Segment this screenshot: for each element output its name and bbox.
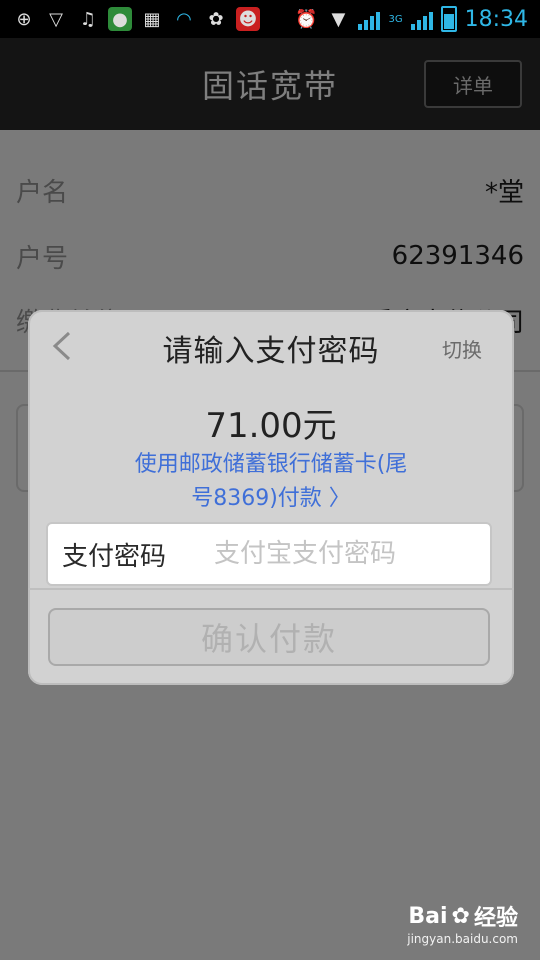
- confirm-payment-button[interactable]: 确认付款: [48, 608, 490, 666]
- chat-icon: ◠: [176, 8, 192, 30]
- password-field[interactable]: 支付密码: [46, 522, 492, 586]
- plus-icon: ⊕: [16, 8, 32, 30]
- page-title: 固话宽带: [201, 67, 338, 105]
- status-bar: ⊕ ▽ ♫ ● ▦ ◠ ✿ ☻ ⏰ ▼ 3G 18:34: [0, 0, 540, 38]
- info-row-name: 户名 *堂: [16, 170, 524, 210]
- row-label: 户名: [16, 177, 69, 208]
- paw-icon: ✿: [451, 903, 470, 929]
- shield-icon: ▽: [49, 8, 63, 30]
- image-icon: ▦: [143, 8, 161, 30]
- payment-password-dialog: 请输入支付密码 切换 71.00元 使用邮政储蓄银行储蓄卡(尾 号8369)付款…: [28, 310, 514, 685]
- password-label: 支付密码: [62, 541, 167, 572]
- row-value: *堂: [484, 177, 524, 208]
- payment-method-line2: 号8369)付款 〉: [191, 486, 351, 511]
- watermark-brand-text: Bai: [408, 903, 448, 929]
- app-icon: ●: [108, 7, 132, 31]
- system-icons: ⏰ ▼ 3G 18:34: [294, 6, 540, 32]
- baidu-watermark: Bai ✿ 经验 jingyan.baidu.com: [398, 900, 518, 950]
- payment-method-line1: 使用邮政储蓄银行储蓄卡(尾: [134, 452, 408, 477]
- info-row-account: 户号 62391346: [16, 236, 524, 276]
- watermark-brand-suffix: 经验: [473, 906, 518, 931]
- music-icon: ♫: [79, 8, 97, 30]
- watermark-url: jingyan.baidu.com: [407, 932, 518, 946]
- title-bar: 固话宽带 详单: [0, 38, 540, 130]
- watermark-brand: Bai ✿ 经验: [408, 900, 518, 932]
- row-value: 62391346: [391, 241, 524, 271]
- divider: [28, 588, 514, 590]
- network-type: 3G: [388, 13, 403, 25]
- clock: 18:34: [464, 6, 528, 32]
- battery-icon: [440, 6, 457, 32]
- row-label: 户号: [16, 243, 69, 274]
- payment-method-link[interactable]: 使用邮政储蓄银行储蓄卡(尾 号8369)付款 〉: [98, 448, 444, 516]
- signal-icon-2: [410, 8, 433, 30]
- paw-icon: ✿: [208, 8, 224, 30]
- notification-icons: ⊕ ▽ ♫ ● ▦ ◠ ✿ ☻: [0, 7, 260, 31]
- switch-button[interactable]: 切换: [442, 334, 482, 363]
- alarm-icon: ⏰: [295, 8, 318, 30]
- cow-icon: ☻: [236, 7, 260, 31]
- wifi-icon: ▼: [331, 8, 346, 30]
- dialog-header: 请输入支付密码 切换: [28, 310, 514, 382]
- signal-icon: [358, 8, 381, 30]
- password-input[interactable]: [212, 538, 476, 570]
- detail-button[interactable]: 详单: [424, 60, 522, 108]
- payment-amount: 71.00元: [205, 406, 337, 446]
